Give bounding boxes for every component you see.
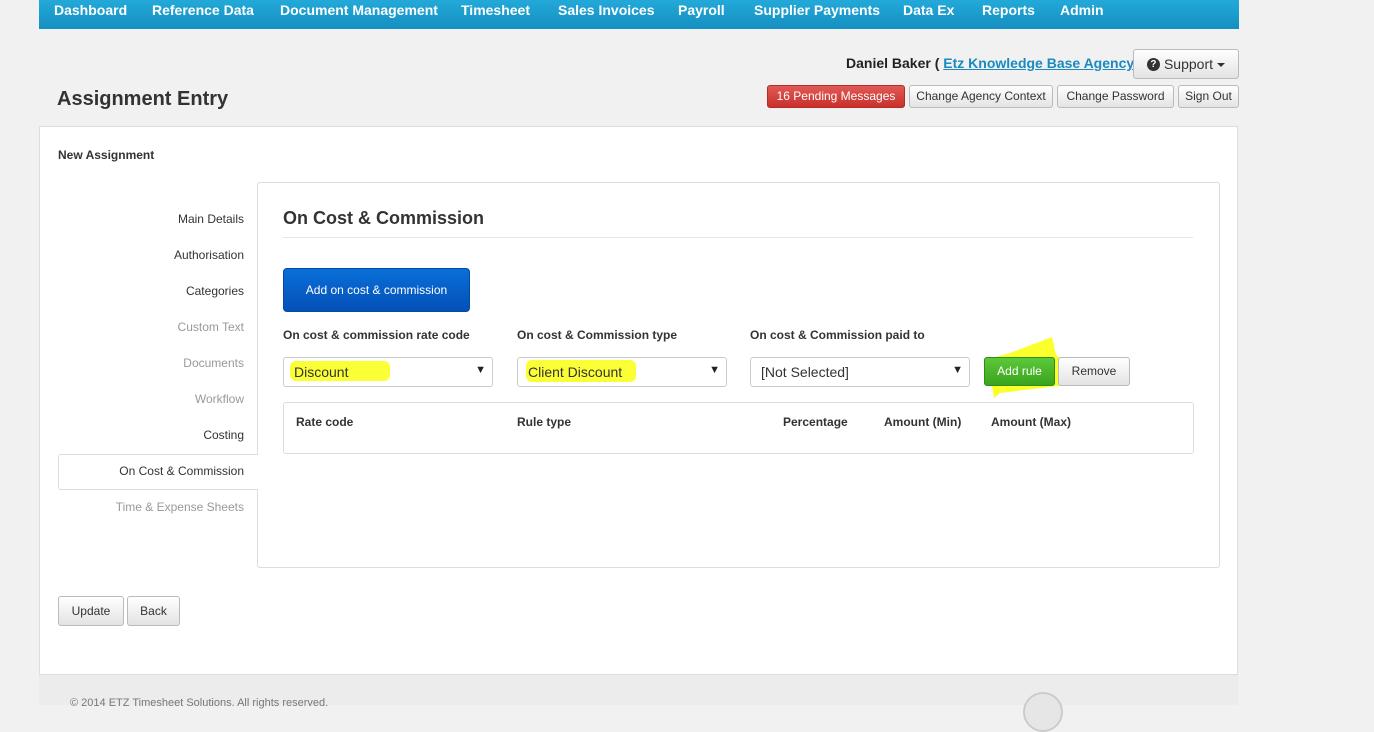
paid-to-select[interactable]: [Not Selected] ▼ bbox=[750, 357, 970, 387]
nav-admin[interactable]: Admin bbox=[1060, 2, 1104, 18]
rate-code-value: Discount bbox=[294, 364, 349, 380]
page-subtitle: New Assignment bbox=[58, 148, 155, 162]
sidenav-authorisation[interactable]: Authorisation bbox=[174, 248, 244, 262]
question-circle-icon: ? bbox=[1146, 57, 1160, 71]
sidenav-categories[interactable]: Categories bbox=[186, 284, 244, 298]
nav-timesheet[interactable]: Timesheet bbox=[461, 2, 530, 18]
sidenav-workflow[interactable]: Workflow bbox=[195, 392, 244, 406]
rate-code-label: On cost & commission rate code bbox=[283, 328, 470, 342]
col-percentage: Percentage bbox=[783, 415, 848, 429]
sign-out-button[interactable]: Sign Out bbox=[1178, 85, 1239, 108]
nav-sales-invoices[interactable]: Sales Invoices bbox=[558, 2, 655, 18]
commission-type-label: On cost & Commission type bbox=[517, 328, 678, 342]
pending-messages-button[interactable]: 16 Pending Messages bbox=[767, 85, 905, 108]
user-name: Daniel Baker bbox=[846, 55, 931, 71]
title-divider bbox=[283, 237, 1193, 238]
sidenav-costing[interactable]: Costing bbox=[203, 428, 244, 442]
add-on-cost-commission-button[interactable]: Add on cost & commission bbox=[283, 268, 470, 312]
sidenav-time-expense-sheets[interactable]: Time & Expense Sheets bbox=[116, 500, 244, 514]
nav-supplier-payments[interactable]: Supplier Payments bbox=[754, 2, 880, 18]
section-title: On Cost & Commission bbox=[283, 208, 485, 228]
footer-copyright: © 2014 ETZ Timesheet Solutions. All righ… bbox=[70, 697, 329, 709]
paid-to-value: [Not Selected] bbox=[761, 364, 849, 380]
commission-type-value: Client Discount bbox=[528, 364, 623, 380]
nav-reference-data[interactable]: Reference Data bbox=[152, 2, 254, 18]
col-rule-type: Rule type bbox=[517, 415, 572, 429]
sidenav-documents[interactable]: Documents bbox=[183, 356, 244, 370]
page-title: Assignment Entry bbox=[57, 88, 229, 110]
dropdown-arrow-icon: ▼ bbox=[709, 364, 720, 376]
back-button[interactable]: Back bbox=[127, 596, 180, 626]
update-button[interactable]: Update bbox=[58, 596, 124, 626]
nav-payroll[interactable]: Payroll bbox=[678, 2, 725, 18]
main-navbar: Dashboard Reference Data Document Manage… bbox=[39, 0, 1239, 29]
col-amount-max: Amount (Max) bbox=[991, 415, 1071, 429]
dropdown-arrow-icon: ▼ bbox=[475, 364, 486, 376]
remove-button[interactable]: Remove bbox=[1058, 357, 1130, 386]
col-amount-min: Amount (Min) bbox=[884, 415, 962, 429]
agency-link[interactable]: Etz Knowledge Base Agency bbox=[943, 55, 1134, 71]
change-password-button[interactable]: Change Password bbox=[1057, 85, 1174, 108]
caret-down-icon bbox=[1217, 63, 1226, 68]
nav-document-management[interactable]: Document Management bbox=[280, 2, 438, 18]
user-info: Daniel Baker ( Etz Knowledge Base Agency… bbox=[846, 55, 1143, 71]
nav-data-ex[interactable]: Data Ex bbox=[903, 2, 954, 18]
support-button[interactable]: ? Support bbox=[1133, 49, 1239, 79]
commission-type-select[interactable]: Client Discount ▼ bbox=[517, 357, 727, 387]
sidenav-custom-text[interactable]: Custom Text bbox=[178, 320, 244, 334]
sidenav-main-details[interactable]: Main Details bbox=[178, 212, 244, 226]
add-rule-button[interactable]: Add rule bbox=[984, 357, 1055, 386]
sidenav-on-cost-commission[interactable]: On Cost & Commission bbox=[119, 464, 244, 478]
footer-logo-icon bbox=[1023, 692, 1063, 732]
dropdown-arrow-icon: ▼ bbox=[952, 364, 963, 376]
paren-open: ( bbox=[934, 55, 940, 71]
nav-dashboard[interactable]: Dashboard bbox=[54, 2, 127, 18]
col-rate-code: Rate code bbox=[296, 415, 354, 429]
paid-to-label: On cost & Commission paid to bbox=[750, 328, 925, 342]
change-agency-context-button[interactable]: Change Agency Context bbox=[909, 85, 1053, 108]
support-label: Support bbox=[1163, 56, 1214, 72]
nav-reports[interactable]: Reports bbox=[982, 2, 1035, 18]
rate-code-select[interactable]: Discount ▼ bbox=[283, 357, 493, 387]
